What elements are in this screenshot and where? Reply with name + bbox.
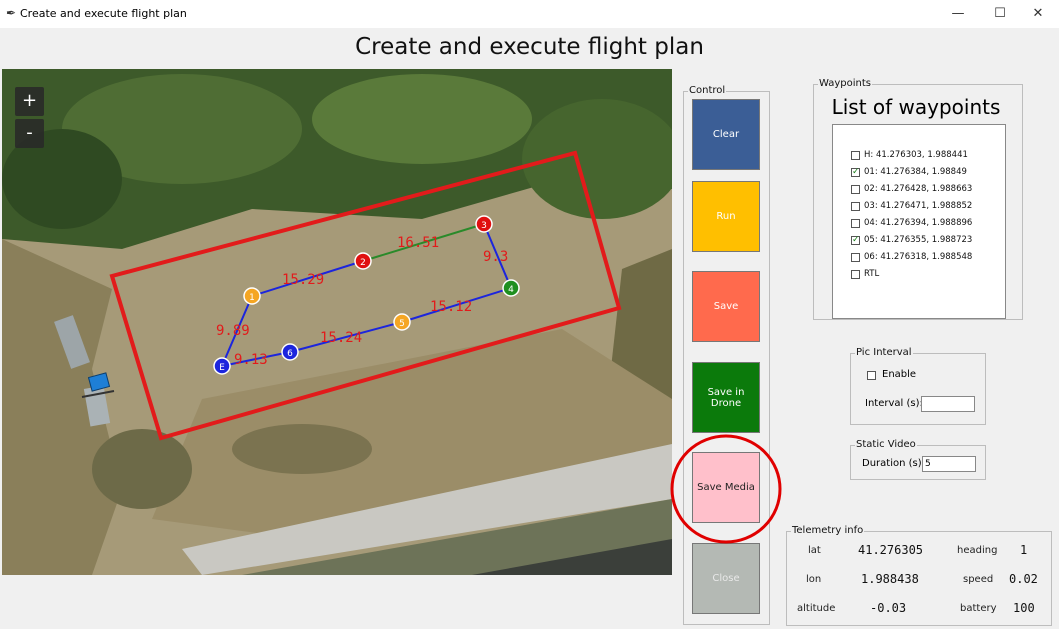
duration-label: Duration (s): — [862, 458, 925, 469]
interval-input[interactable] — [921, 396, 975, 412]
waypoint-checkbox[interactable] — [851, 252, 860, 262]
static-video-title: Static Video — [855, 438, 917, 452]
waypoint-checkbox[interactable]: ✓ — [851, 235, 860, 245]
lat-value: 41.276305 — [858, 543, 924, 557]
save-button[interactable]: Save — [692, 271, 760, 342]
list-item[interactable]: 06: 41.276318, 1.988548 — [851, 250, 972, 264]
segment-label: 9.3 — [483, 249, 508, 265]
window-title: Create and execute flight plan — [20, 7, 187, 20]
feather-icon: ✒ — [6, 6, 17, 20]
duration-input[interactable]: 5 — [922, 456, 976, 472]
list-item[interactable]: H: 41.276303, 1.988441 — [851, 148, 968, 162]
home-marker[interactable]: E — [213, 357, 231, 375]
segment-label: 16.51 — [397, 235, 439, 251]
enable-checkbox[interactable] — [867, 371, 876, 380]
list-item[interactable]: ✓ 01: 41.276384, 1.98849 — [851, 165, 967, 179]
pic-interval-group: Pic Interval — [850, 346, 986, 425]
close-button[interactable]: Close — [692, 543, 760, 614]
run-button[interactable]: Run — [692, 181, 760, 252]
lon-value: 1.988438 — [861, 572, 919, 586]
lat-label: lat — [808, 545, 821, 556]
svg-text:3: 3 — [481, 221, 487, 231]
zoom-in-button[interactable]: + — [15, 87, 44, 116]
enable-label: Enable — [882, 369, 917, 380]
segment-label: 15.12 — [430, 299, 472, 315]
title-bar: ✒ Create and execute flight plan — ☐ ✕ — [0, 0, 1059, 28]
waypoint-checkbox[interactable]: ✓ — [851, 167, 860, 177]
page-title: Create and execute flight plan — [355, 34, 704, 60]
close-window-button[interactable]: ✕ — [1015, 0, 1059, 28]
interval-label: Interval (s): — [865, 398, 923, 409]
battery-value: 100 — [1013, 601, 1035, 615]
list-item[interactable]: RTL — [851, 267, 879, 281]
clear-button[interactable]: Clear — [692, 99, 760, 170]
list-item[interactable]: 03: 41.276471, 1.988852 — [851, 199, 972, 213]
save-in-drone-button[interactable]: Save in Drone — [692, 362, 760, 433]
speed-label: speed — [963, 574, 994, 585]
svg-text:4: 4 — [508, 285, 514, 295]
waypoint-checkbox[interactable] — [851, 201, 860, 211]
altitude-label: altitude — [797, 603, 836, 614]
waypoint-checkbox[interactable] — [851, 184, 860, 194]
telemetry-title: Telemetry info — [791, 524, 865, 538]
svg-text:5: 5 — [399, 319, 405, 329]
speed-value: 0.02 — [1009, 572, 1038, 586]
segment-label: 9.13 — [234, 352, 268, 368]
list-item[interactable]: 04: 41.276394, 1.988896 — [851, 216, 972, 230]
waypoints-group-title: Waypoints — [818, 77, 873, 91]
control-group-title: Control — [688, 84, 727, 98]
waypoint-list[interactable]: H: 41.276303, 1.988441 ✓ 01: 41.276384, 1… — [832, 124, 1006, 319]
zoom-out-button[interactable]: - — [15, 119, 44, 148]
waypoints-heading: List of waypoints — [831, 95, 1001, 119]
waypoint-marker-2[interactable]: 2 — [354, 252, 372, 270]
waypoint-marker-5[interactable]: 5 — [393, 313, 411, 331]
pic-interval-title: Pic Interval — [855, 346, 913, 360]
altitude-value: -0.03 — [870, 601, 907, 615]
list-item[interactable]: ✓ 05: 41.276355, 1.988723 — [851, 233, 972, 247]
list-item[interactable]: 02: 41.276428, 1.988663 — [851, 182, 972, 196]
svg-text:6: 6 — [287, 349, 293, 359]
waypoint-marker-3[interactable]: 3 — [475, 215, 493, 233]
segment-label: 15.29 — [282, 272, 324, 288]
highlight-annotation — [670, 434, 782, 544]
segment-label: 9.89 — [216, 323, 250, 339]
waypoint-marker-1[interactable]: 1 — [243, 287, 261, 305]
minimize-button[interactable]: — — [935, 0, 981, 28]
battery-label: battery — [960, 603, 997, 614]
heading-label: heading — [957, 545, 998, 556]
svg-text:E: E — [219, 363, 225, 373]
svg-text:1: 1 — [249, 293, 255, 303]
waypoint-marker-4[interactable]: 4 — [502, 279, 520, 297]
map-canvas[interactable]: 15.29 16.51 9.3 15.12 15.24 9.13 9.89 1 … — [2, 69, 672, 575]
svg-text:2: 2 — [360, 258, 366, 268]
waypoint-marker-6[interactable]: 6 — [281, 343, 299, 361]
satellite-map[interactable]: 15.29 16.51 9.3 15.12 15.24 9.13 9.89 1 … — [2, 69, 672, 575]
waypoint-checkbox[interactable] — [851, 269, 860, 279]
waypoint-checkbox[interactable] — [851, 150, 860, 160]
lon-label: lon — [806, 574, 822, 585]
segment-label: 15.24 — [320, 330, 362, 346]
waypoint-checkbox[interactable] — [851, 218, 860, 228]
heading-value: 1 — [1020, 543, 1028, 557]
